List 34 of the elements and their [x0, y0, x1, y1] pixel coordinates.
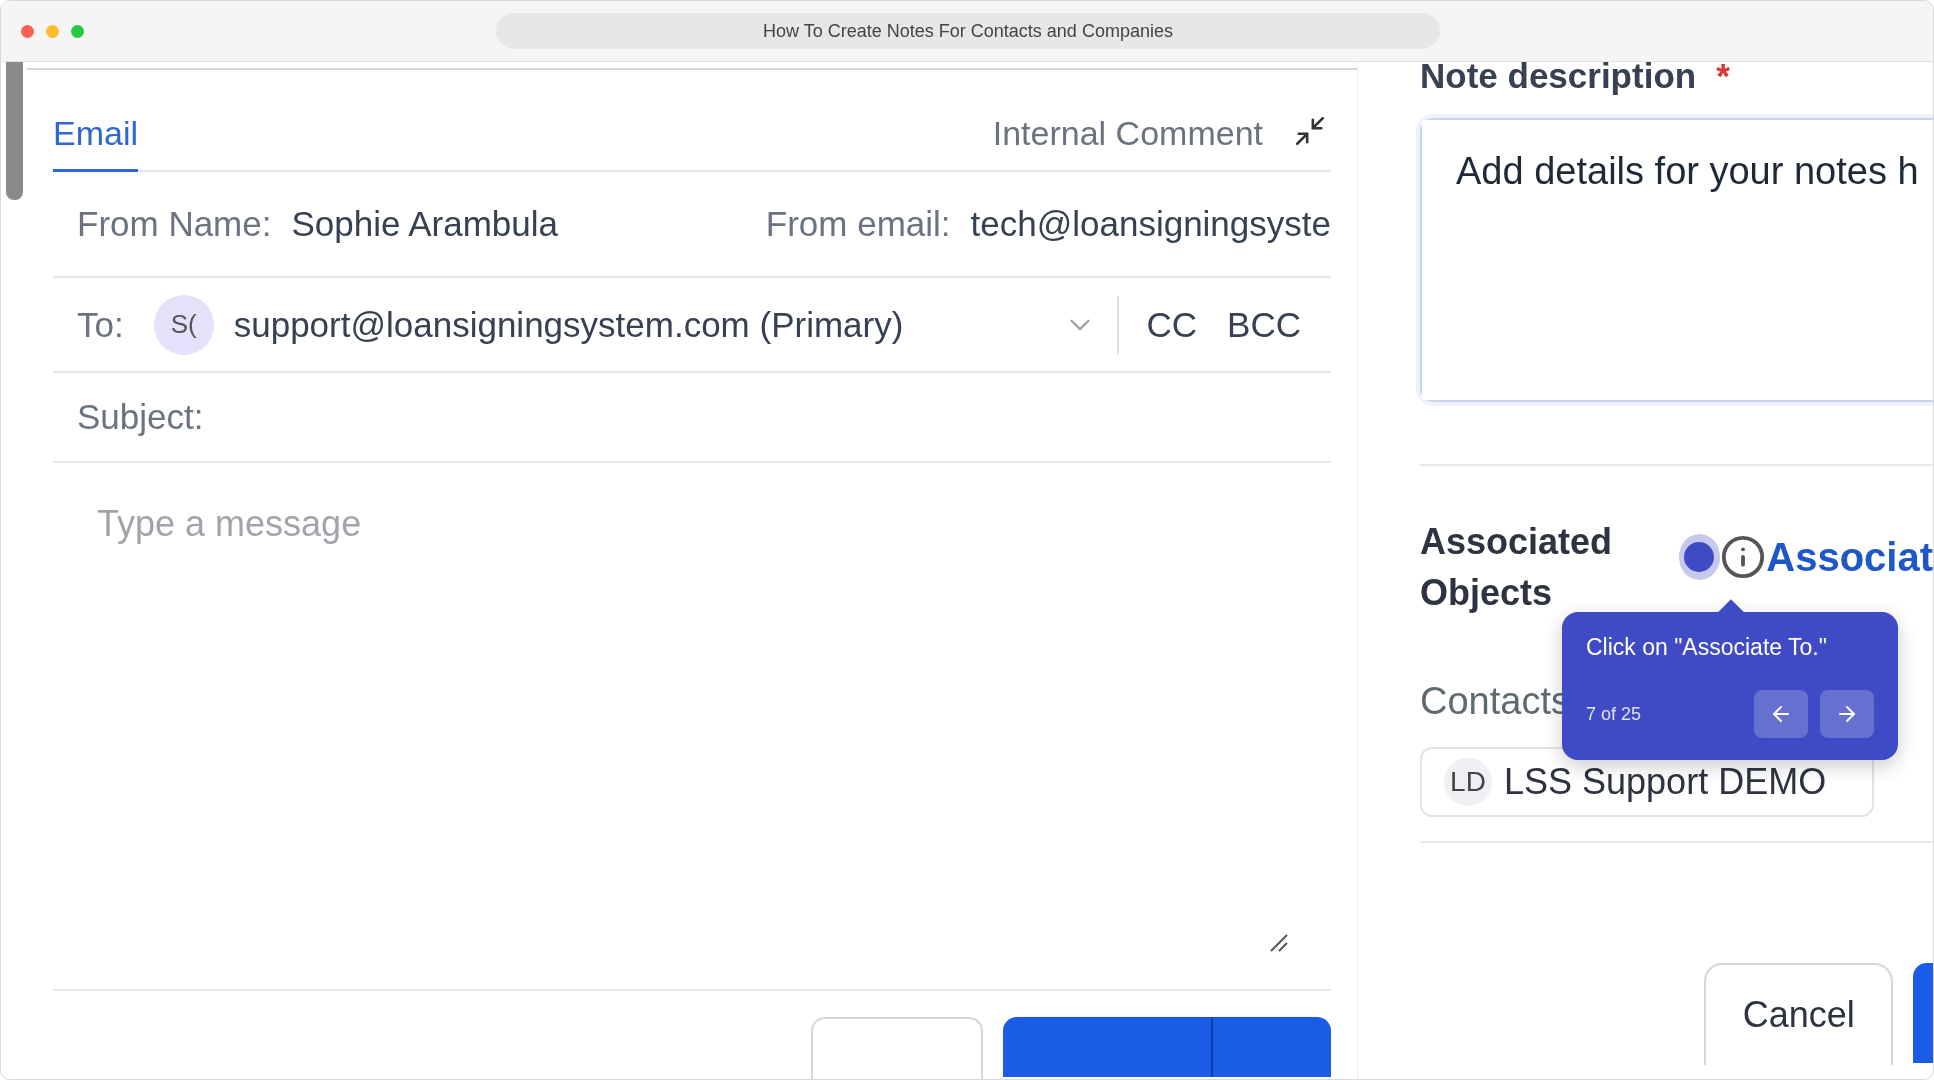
from-email-label: From email:	[765, 204, 951, 244]
next-button[interactable]	[1820, 690, 1874, 738]
zoom-dot[interactable]	[71, 24, 84, 38]
note-description-label: Note description	[1420, 62, 1697, 96]
from-name-label: From Name:	[77, 204, 272, 244]
recipient-value[interactable]: support@loansigningsystem.com (Primary)	[233, 304, 904, 345]
minimize-dot[interactable]	[46, 24, 59, 38]
info-icon[interactable]	[1720, 534, 1767, 580]
from-name-value: Sophie Arambula	[291, 204, 559, 244]
recipient-avatar: S(	[153, 294, 214, 355]
collapse-icon[interactable]	[1293, 114, 1327, 148]
step-counter: 7 of 25	[1586, 703, 1643, 725]
close-dot[interactable]	[21, 24, 34, 38]
required-mark: *	[1716, 62, 1730, 96]
copy-option-link[interactable]: BCC	[1227, 304, 1301, 345]
tab[interactable]: Internal Comment	[992, 114, 1263, 172]
from-email-value: tech@loansigningsyste	[970, 204, 1331, 244]
copy-option-link[interactable]: CC	[1146, 304, 1198, 345]
scrollbar-thumb[interactable]	[5, 62, 23, 200]
contact-name: LSS Support DEMO	[1504, 761, 1827, 803]
tooltip-text: Click on "Associate To."	[1586, 634, 1828, 661]
subject-label: Subject:	[77, 397, 204, 437]
associated-objects-label: Associated Objects	[1420, 520, 1614, 615]
window-title: How To Create Notes For Contacts and Companies	[496, 13, 1440, 49]
cancel-button[interactable]: Cancel	[1704, 963, 1894, 1065]
tab[interactable]: Email	[53, 114, 139, 172]
message-field[interactable]: Type a message	[53, 463, 1331, 989]
to-label: To:	[77, 304, 124, 345]
resize-handle-icon[interactable]	[1269, 933, 1289, 953]
associate-link[interactable]: Associat	[1766, 534, 1933, 580]
hotspot-icon[interactable]	[1678, 534, 1721, 580]
contact-avatar: LD	[1444, 758, 1492, 806]
back-button[interactable]	[1754, 690, 1808, 738]
save-button[interactable]	[1913, 963, 1933, 1063]
